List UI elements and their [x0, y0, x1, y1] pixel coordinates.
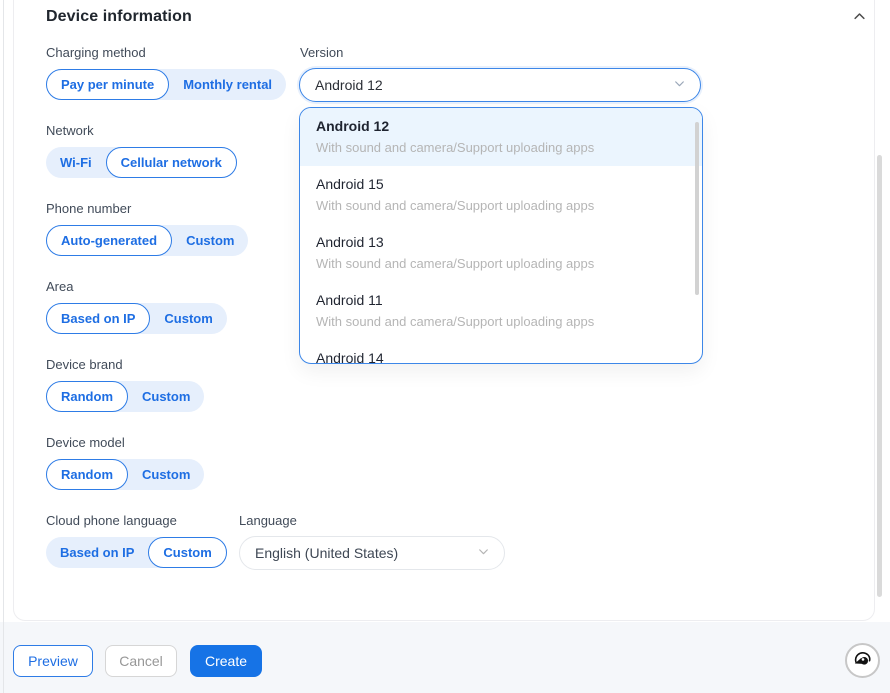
segmented-control: Pay per minuteMonthly rental [46, 69, 286, 100]
segmented-control: Wi-FiCellular network [46, 147, 237, 178]
dropdown-option-subtitle: With sound and camera/Support uploading … [316, 139, 686, 157]
segment-option[interactable]: Custom [128, 381, 204, 412]
dropdown-option-title: Android 14 [316, 349, 686, 364]
field-group: Phone number Auto-generatedCustom [46, 201, 296, 256]
language-select-value: English (United States) [255, 545, 398, 561]
field-group: Device brand RandomCustom [46, 357, 296, 412]
chevron-down-icon [477, 545, 490, 561]
assistant-fab-button[interactable] [845, 643, 880, 678]
device-information-card: Device information Charging method Pay pe… [13, 0, 875, 621]
segment-option[interactable]: Custom [148, 537, 226, 568]
version-select[interactable]: Android 12 [299, 68, 701, 102]
section-title: Device information [46, 8, 192, 26]
version-dropdown: Android 12 With sound and camera/Support … [299, 107, 703, 364]
segmented-control: Based on IPCustom [46, 303, 227, 334]
dropdown-option-subtitle: With sound and camera/Support uploading … [316, 313, 686, 331]
field-group: Area Based on IPCustom [46, 279, 296, 334]
field-group: Network Wi-FiCellular network [46, 123, 296, 178]
chevron-up-icon [852, 12, 867, 27]
version-label: Version [300, 45, 343, 60]
dropdown-option[interactable]: Android 15 With sound and camera/Support … [300, 166, 702, 224]
field-label: Device model [46, 435, 296, 450]
page-scrollbar[interactable] [877, 155, 882, 597]
segment-option[interactable]: Auto-generated [46, 225, 172, 256]
language-select[interactable]: English (United States) [239, 536, 505, 570]
field-group: Device model RandomCustom [46, 435, 296, 490]
dropdown-option-title: Android 12 [316, 117, 686, 136]
dropdown-option-title: Android 11 [316, 291, 686, 310]
dropdown-option-title: Android 13 [316, 233, 686, 252]
version-dropdown-list: Android 12 With sound and camera/Support … [300, 108, 702, 364]
bird-eye-icon [852, 649, 873, 673]
field-label: Device brand [46, 357, 296, 372]
dropdown-option-title: Android 15 [316, 175, 686, 194]
left-panel-divider [3, 0, 4, 693]
field-groups: Charging method Pay per minuteMonthly ren… [46, 45, 296, 591]
segmented-control: Auto-generatedCustom [46, 225, 248, 256]
segment-option[interactable]: Custom [172, 225, 248, 256]
language-label: Language [239, 513, 297, 528]
field-label: Phone number [46, 201, 296, 216]
segment-option[interactable]: Random [46, 381, 128, 412]
segment-option[interactable]: Wi-Fi [46, 147, 106, 178]
segment-option[interactable]: Monthly rental [169, 69, 286, 100]
segment-option[interactable]: Pay per minute [46, 69, 169, 100]
segmented-control: RandomCustom [46, 459, 204, 490]
dropdown-scrollbar[interactable] [695, 122, 699, 295]
field-label: Charging method [46, 45, 296, 60]
preview-button[interactable]: Preview [13, 645, 93, 677]
segment-option[interactable]: Random [46, 459, 128, 490]
field-group: Charging method Pay per minuteMonthly ren… [46, 45, 296, 100]
segmented-control: RandomCustom [46, 381, 204, 412]
chevron-down-icon [673, 77, 686, 93]
collapse-section-button[interactable] [847, 7, 871, 29]
cancel-button[interactable]: Cancel [105, 645, 177, 677]
create-button[interactable]: Create [190, 645, 262, 677]
version-select-value: Android 12 [315, 77, 383, 93]
segment-option[interactable]: Custom [128, 459, 204, 490]
dropdown-option[interactable]: Android 14With sound and camera/Support … [300, 340, 702, 364]
dropdown-option[interactable]: Android 12 With sound and camera/Support … [300, 108, 702, 166]
segment-option[interactable]: Custom [150, 303, 226, 334]
dropdown-option-subtitle: With sound and camera/Support uploading … [316, 197, 686, 215]
dropdown-option[interactable]: Android 11 With sound and camera/Support … [300, 282, 702, 340]
segmented-control: Based on IPCustom [46, 537, 227, 568]
segment-option[interactable]: Cellular network [106, 147, 237, 178]
field-label: Network [46, 123, 296, 138]
dropdown-option-subtitle: With sound and camera/Support uploading … [316, 255, 686, 273]
dropdown-option[interactable]: Android 13 With sound and camera/Support … [300, 224, 702, 282]
create-cloud-phone-page: Device information Charging method Pay pe… [0, 0, 890, 693]
segment-option[interactable]: Based on IP [46, 537, 148, 568]
field-label: Area [46, 279, 296, 294]
segment-option[interactable]: Based on IP [46, 303, 150, 334]
